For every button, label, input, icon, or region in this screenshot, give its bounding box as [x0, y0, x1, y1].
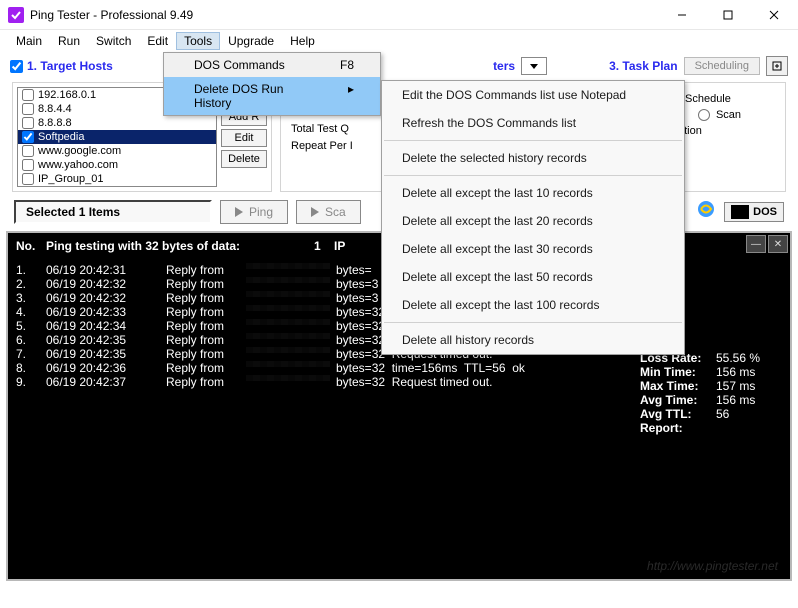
submenu-item[interactable]: Delete all except the last 50 records — [382, 263, 684, 291]
maximize-button[interactable] — [705, 1, 750, 29]
delete-button[interactable]: Delete — [221, 150, 267, 168]
host-row: www.yahoo.com — [18, 158, 216, 172]
menu-switch[interactable]: Switch — [88, 32, 139, 50]
submenu-item[interactable]: Refresh the DOS Commands list — [382, 109, 684, 137]
window-title: Ping Tester - Professional 9.49 — [30, 8, 659, 22]
menu-help[interactable]: Help — [282, 32, 323, 50]
delete-history-submenu: Edit the DOS Commands list use NotepadRe… — [381, 80, 685, 355]
menu-dos-commands[interactable]: DOS CommandsF8 — [164, 53, 380, 77]
menu-delete-dos-history[interactable]: Delete DOS Run History▸ — [164, 77, 380, 115]
target-hosts-checkbox[interactable] — [10, 60, 23, 73]
watermark: http://www.pingtester.net — [647, 559, 778, 573]
edit-button[interactable]: Edit — [221, 129, 267, 147]
param-totaltest: Total Test Q — [291, 123, 391, 135]
menu-tools[interactable]: Tools — [176, 32, 220, 50]
submenu-item[interactable]: Edit the DOS Commands list use Notepad — [382, 81, 684, 109]
section-parameters: ters — [493, 59, 515, 73]
section-target-hosts: 1. Target Hosts — [10, 59, 113, 73]
console-close-icon[interactable]: ✕ — [768, 235, 788, 253]
submenu-arrow-icon: ▸ — [348, 82, 354, 110]
radio-scan[interactable] — [698, 109, 710, 121]
submenu-item[interactable]: Delete all except the last 20 records — [382, 207, 684, 235]
ping-button[interactable]: Ping — [220, 200, 288, 224]
app-icon — [8, 7, 24, 23]
minimize-button[interactable] — [659, 1, 704, 29]
dos-button[interactable]: DOS — [724, 202, 784, 222]
host-row: www.google.com — [18, 144, 216, 158]
host-row: IP_Group_01 — [18, 172, 216, 186]
submenu-item[interactable]: Delete all except the last 10 records — [382, 179, 684, 207]
menu-main[interactable]: Main — [8, 32, 50, 50]
console-title: Ping testing with 32 bytes of data: — [46, 239, 314, 253]
menu-run[interactable]: Run — [50, 32, 88, 50]
submenu-item[interactable]: Delete all except the last 100 records — [382, 291, 684, 319]
col-no: No. — [16, 239, 46, 253]
stats-block: Loss Rate:55.56 %Min Time:156 msMax Time… — [640, 351, 776, 435]
host-row: 8.8.8.8 — [18, 116, 216, 130]
ie-icon[interactable] — [696, 199, 716, 224]
section-task-plan: 3. Task Plan — [609, 59, 677, 73]
scheduling-button[interactable]: Scheduling — [684, 57, 760, 75]
menubar: Main Run Switch Edit Tools Upgrade Help — [0, 30, 798, 52]
submenu-item[interactable]: Delete the selected history records — [382, 144, 684, 172]
param-repeat: Repeat Per I — [291, 140, 391, 152]
submenu-item[interactable]: Delete all history records — [382, 326, 684, 354]
tools-dropdown: DOS CommandsF8 Delete DOS Run History▸ — [163, 52, 381, 116]
scan-button[interactable]: Sca — [296, 200, 361, 224]
menu-edit[interactable]: Edit — [139, 32, 176, 50]
menu-upgrade[interactable]: Upgrade — [220, 32, 282, 50]
host-row-selected: Softpedia — [18, 130, 216, 144]
close-button[interactable] — [751, 1, 796, 29]
col-ip: IP — [334, 239, 345, 253]
expand-icon[interactable] — [766, 56, 788, 76]
parameters-dropdown[interactable] — [521, 57, 547, 75]
submenu-item[interactable]: Delete all except the last 30 records — [382, 235, 684, 263]
selected-count: Selected 1 Items — [14, 200, 212, 224]
console-minimize-icon[interactable]: — — [746, 235, 766, 253]
